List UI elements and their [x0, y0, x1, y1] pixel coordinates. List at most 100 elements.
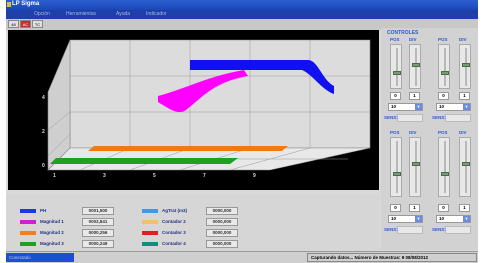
controls-panel: CONTROLES POS DIV 0 1 10 ▼ SENS: POS DIV … — [381, 28, 478, 250]
slider-thumb[interactable] — [393, 71, 401, 75]
series-magnitud-2-band — [88, 146, 288, 151]
menu-opcion[interactable]: Opción — [34, 11, 50, 17]
status-bar: Conectado Capturando datos... Número de … — [6, 251, 478, 263]
pos-label: POS — [438, 37, 448, 42]
div-slider[interactable] — [409, 44, 421, 89]
pos-value[interactable]: 0 — [390, 204, 401, 212]
legend-swatch-ph — [20, 209, 36, 213]
readout-magnitud-1: 0002,841 — [82, 218, 114, 226]
sens-label: SENS: — [384, 227, 398, 232]
slider-thumb[interactable] — [462, 162, 470, 166]
pos-slider[interactable] — [390, 137, 402, 197]
readout-ph: 0001,500 — [82, 207, 114, 215]
scale-select-value: 10 — [391, 104, 397, 109]
readout-contador-3: 0000,000 — [206, 229, 238, 237]
div-value[interactable]: 1 — [459, 204, 470, 212]
chevron-down-icon[interactable]: ▼ — [415, 104, 422, 110]
legend-swatch-magnitud-2 — [20, 231, 36, 235]
menu-ayuda[interactable]: Ayuda — [116, 11, 130, 17]
chevron-down-icon[interactable]: ▼ — [463, 104, 470, 110]
div-label: DIV — [409, 37, 417, 42]
x-tick-label: 7 — [203, 173, 206, 179]
readout-magnitud-3: 0000,249 — [82, 240, 114, 248]
toolbar-button-ac[interactable]: AC — [20, 20, 31, 28]
scale-select[interactable]: 10 ▼ — [388, 215, 423, 223]
x-tick-label: 9 — [253, 173, 256, 179]
sens-label: SENS: — [432, 115, 446, 120]
x-tick-label: 1 — [53, 173, 56, 179]
scale-select[interactable]: 10 ▼ — [388, 103, 423, 111]
chevron-down-icon[interactable]: ▼ — [415, 216, 422, 222]
sens-label: SENS: — [384, 115, 398, 120]
legend-label-ph: PH — [40, 208, 47, 213]
pos-label: POS — [438, 130, 448, 135]
pos-slider[interactable] — [438, 44, 450, 89]
slider-thumb[interactable] — [412, 162, 420, 166]
slider-thumb[interactable] — [441, 172, 449, 176]
legend-panel: PH 0001,500 Magnitud 1 0002,841 Magnitud… — [6, 195, 380, 251]
menu-herramientas[interactable]: Herramientas — [66, 11, 96, 17]
status-connection: Conectado — [6, 253, 74, 262]
sens-field[interactable] — [397, 114, 423, 122]
div-slider[interactable] — [409, 137, 421, 197]
window-title: LP Sigma — [12, 1, 40, 7]
sens-field[interactable] — [445, 226, 471, 234]
pos-value[interactable]: 0 — [390, 92, 401, 100]
readout-contador-4: 0000,000 — [206, 240, 238, 248]
slider-thumb[interactable] — [412, 63, 420, 67]
y-tick-label: 4 — [42, 95, 45, 101]
x-tick-label: 5 — [153, 173, 156, 179]
slider-thumb[interactable] — [441, 71, 449, 75]
menu-indicador[interactable]: Indicador — [146, 11, 167, 17]
title-bar: LP Sigma — [6, 0, 478, 10]
pos-slider[interactable] — [390, 44, 402, 89]
legend-swatch-contador-3 — [142, 231, 158, 235]
sens-label: SENS: — [432, 227, 446, 232]
div-slider[interactable] — [459, 44, 471, 89]
pos-value[interactable]: 0 — [438, 204, 449, 212]
legend-label-magnitud-3: Magnitud 3 — [40, 241, 64, 246]
div-value[interactable]: 1 — [409, 92, 420, 100]
chart-back-wall — [69, 39, 371, 149]
chart-svg: 4 2 0 1 3 5 7 9 — [42, 39, 371, 179]
series-magnitud-3-band — [50, 158, 238, 164]
status-message: Capturando datos... Número de Muestras: … — [307, 253, 477, 262]
toolbar-button-48[interactable]: 48 — [8, 20, 19, 28]
y-tick-label: 0 — [42, 163, 45, 169]
slider-thumb[interactable] — [393, 172, 401, 176]
legend-swatch-magnitud-3 — [20, 242, 36, 246]
slider-thumb[interactable] — [462, 63, 470, 67]
div-label: DIV — [459, 37, 467, 42]
readout-agtrat: 0000,000 — [206, 207, 238, 215]
legend-swatch-agtrat — [142, 209, 158, 213]
sens-field[interactable] — [397, 226, 423, 234]
legend-label-magnitud-1: Magnitud 1 — [40, 219, 64, 224]
chevron-down-icon[interactable]: ▼ — [463, 216, 470, 222]
readout-magnitud-2: 0000,256 — [82, 229, 114, 237]
x-tick-label: 3 — [103, 173, 106, 179]
y-tick-label: 2 — [42, 129, 45, 135]
scale-select[interactable]: 10 ▼ — [436, 103, 471, 111]
scale-select[interactable]: 10 ▼ — [436, 215, 471, 223]
pos-slider[interactable] — [438, 137, 450, 197]
app-window: LP Sigma Opción Herramientas Ayuda Indic… — [6, 0, 478, 263]
legend-swatch-magnitud-1 — [20, 220, 36, 224]
legend-label-magnitud-2: Magnitud 2 — [40, 230, 64, 235]
div-label: DIV — [409, 130, 417, 135]
app-icon — [7, 2, 11, 7]
sens-field[interactable] — [445, 114, 471, 122]
div-label: DIV — [459, 130, 467, 135]
scale-select-value: 10 — [439, 104, 445, 109]
controls-title: CONTROLES — [387, 30, 419, 36]
div-value[interactable]: 1 — [459, 92, 470, 100]
legend-label-agtrat: AgTrat (m3) — [162, 208, 188, 213]
pos-value[interactable]: 0 — [438, 92, 449, 100]
div-slider[interactable] — [459, 137, 471, 197]
div-value[interactable]: 1 — [409, 204, 420, 212]
pos-label: POS — [390, 37, 400, 42]
legend-swatch-contador-4 — [142, 242, 158, 246]
toolbar-button-tc[interactable]: TC — [32, 20, 43, 28]
scale-select-value: 10 — [391, 216, 397, 221]
pos-label: POS — [390, 130, 400, 135]
chart-3d-plot: 4 2 0 1 3 5 7 9 — [8, 30, 379, 190]
